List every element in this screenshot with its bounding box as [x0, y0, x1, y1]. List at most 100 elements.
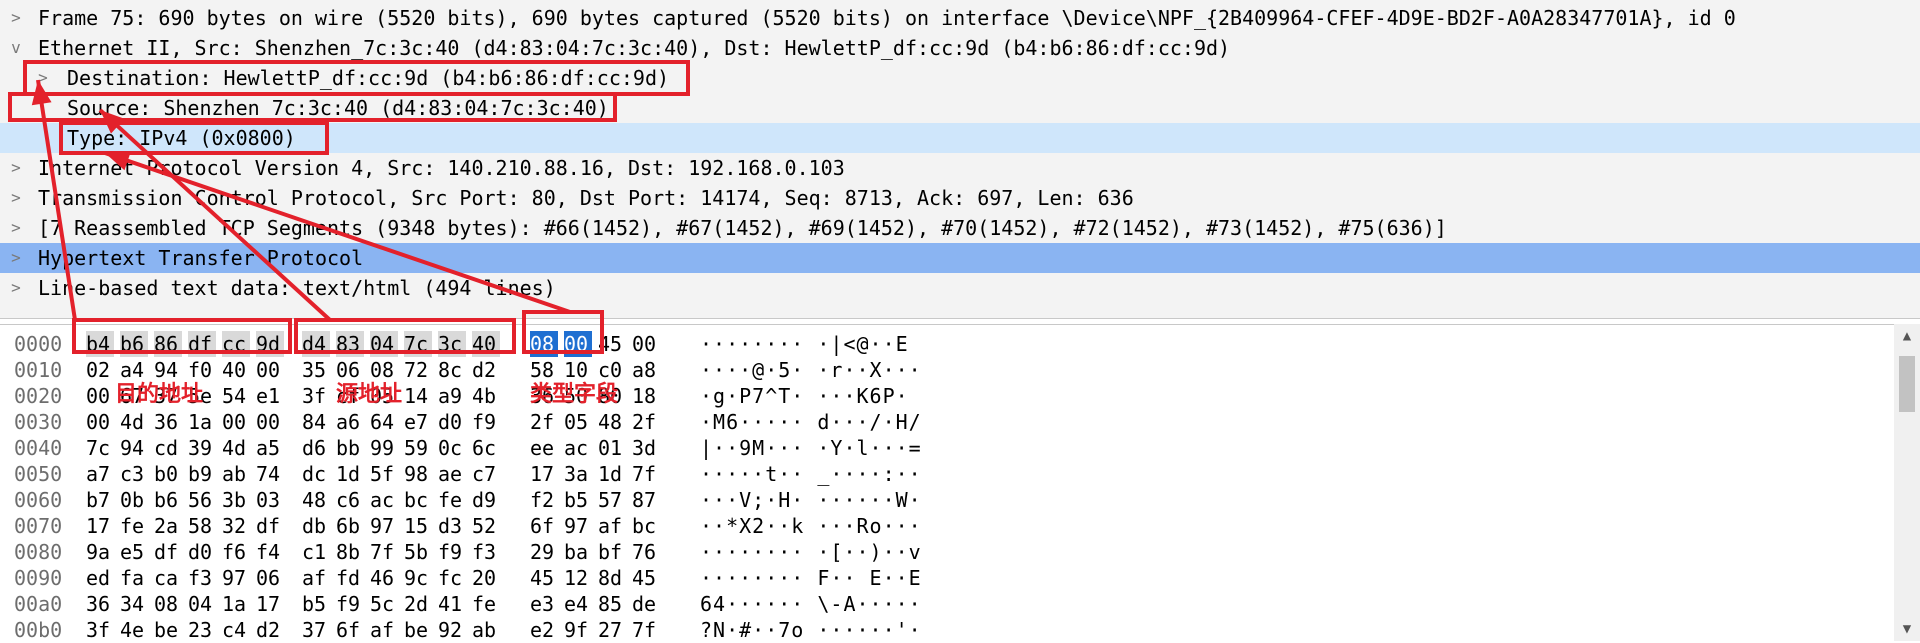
hex-byte[interactable]: f3 — [472, 539, 500, 565]
hex-byte[interactable]: e1 — [256, 383, 284, 409]
hex-row[interactable]: 00b0 3f 4e be 23 c4 d2 37 6f af be 92 ab e2 9f 27 7f ?N·#… — [0, 617, 1890, 643]
hex-byte[interactable]: fc — [438, 565, 466, 591]
hex-byte[interactable]: 83 — [336, 331, 364, 357]
hex-byte[interactable]: 4b — [472, 383, 500, 409]
hex-ascii[interactable]: |··9M··· ·Y·l···= — [700, 435, 922, 461]
hex-row[interactable]: 0060 b7 0b b6 56 3b 03 48 c6 ac bc fe d9 f2 b5 57 87 ···V… — [0, 487, 1890, 513]
hex-byte[interactable]: 9a — [86, 539, 114, 565]
tree-row-7[interactable]: > [7 Reassembled TCP Segments (9348 bytes… — [0, 213, 1920, 243]
scroll-down-icon[interactable]: ▼ — [1894, 617, 1920, 641]
hex-byte[interactable]: 41 — [438, 591, 466, 617]
tree-row-3[interactable]: Source: Shenzhen_7c:3c:40 (d4:83:04:7c:3… — [0, 93, 1920, 123]
hex-row[interactable]: 0010 02 a4 94 f0 40 00 35 06 08 72 8c d2 58 10 c0 a8 ····… — [0, 357, 1890, 383]
hex-byte[interactable]: 9f — [564, 617, 592, 643]
hex-byte[interactable]: 46 — [370, 565, 398, 591]
hex-byte[interactable]: 4d — [120, 409, 148, 435]
expand-arrow-icon[interactable]: > — [6, 153, 26, 183]
hex-byte[interactable]: 7c — [404, 331, 432, 357]
hex-byte[interactable]: a9 — [438, 383, 466, 409]
hex-byte[interactable]: 14 — [404, 383, 432, 409]
hex-byte[interactable]: d2 — [256, 617, 284, 643]
hex-byte[interactable]: c3 — [120, 461, 148, 487]
hex-byte[interactable]: c1 — [302, 539, 330, 565]
hex-byte[interactable]: 48 — [598, 409, 626, 435]
hex-byte[interactable]: 12 — [564, 565, 592, 591]
hex-byte[interactable]: ab — [222, 461, 250, 487]
hex-ascii[interactable]: ·g·P7^T· ···K6P· — [700, 383, 909, 409]
hex-byte[interactable]: 8c — [438, 357, 466, 383]
hex-byte[interactable]: 9c — [404, 565, 432, 591]
hex-byte[interactable]: 52 — [472, 513, 500, 539]
tree-row-6[interactable]: > Transmission Control Protocol, Src Port… — [0, 183, 1920, 213]
hex-byte[interactable]: cc — [222, 331, 250, 357]
hex-byte[interactable]: 3d — [632, 435, 660, 461]
hex-byte[interactable]: 1a — [222, 591, 250, 617]
hex-byte[interactable]: f9 — [438, 539, 466, 565]
tree-row-5[interactable]: > Internet Protocol Version 4, Src: 140.2… — [0, 153, 1920, 183]
hex-row[interactable]: 0000 b4 b6 86 df cc 9d d4 83 04 7c 3c 40 08 00 45 00 ····… — [0, 331, 1890, 357]
hex-byte[interactable]: 18 — [632, 383, 660, 409]
hex-byte[interactable]: 03 — [256, 487, 284, 513]
expand-arrow-icon[interactable]: > — [33, 63, 53, 93]
hex-byte[interactable]: c4 — [222, 617, 250, 643]
vertical-scrollbar[interactable]: ▲ ▼ — [1894, 324, 1920, 641]
hex-byte[interactable]: d0 — [438, 409, 466, 435]
hex-byte[interactable]: f9 — [472, 409, 500, 435]
tree-row-4[interactable]: Type: IPv4 (0x0800) — [0, 123, 1920, 153]
scroll-thumb[interactable] — [1899, 356, 1915, 412]
hex-byte[interactable]: be — [404, 617, 432, 643]
hex-byte[interactable]: 00 — [256, 409, 284, 435]
hex-byte[interactable]: 01 — [598, 435, 626, 461]
hex-row[interactable]: 0040 7c 94 cd 39 4d a5 d6 bb 99 59 0c 6c ee ac 01 3d |··9… — [0, 435, 1890, 461]
hex-byte[interactable]: 36 — [154, 409, 182, 435]
hex-byte[interactable]: 35 — [302, 357, 330, 383]
hex-ascii[interactable]: ········ ·|<@··E — [700, 331, 909, 357]
hex-byte[interactable]: b5 — [564, 487, 592, 513]
hex-ascii[interactable]: ·M6····· d···/·H/ — [700, 409, 922, 435]
hex-byte[interactable]: 6f — [530, 513, 558, 539]
hex-byte[interactable]: f9 — [336, 591, 364, 617]
hex-byte[interactable]: dc — [302, 461, 330, 487]
hex-byte[interactable]: 00 — [86, 383, 114, 409]
hex-byte[interactable]: df — [188, 331, 216, 357]
hex-byte[interactable]: 00 — [632, 331, 660, 357]
hex-byte[interactable]: 85 — [598, 591, 626, 617]
hex-byte[interactable]: 76 — [632, 539, 660, 565]
hex-byte[interactable]: 37 — [302, 617, 330, 643]
tree-row-2[interactable]: > Destination: HewlettP_df:cc:9d (b4:b6:8… — [0, 63, 1920, 93]
hex-byte[interactable]: 7c — [86, 435, 114, 461]
hex-ascii[interactable]: ····@·5· ·r··X··· — [700, 357, 922, 383]
hex-byte[interactable]: 84 — [302, 409, 330, 435]
hex-byte[interactable]: cd — [154, 435, 182, 461]
hex-byte[interactable]: a5 — [256, 435, 284, 461]
hex-byte[interactable]: 97 — [370, 513, 398, 539]
hex-byte[interactable]: d9 — [472, 487, 500, 513]
hex-byte[interactable]: b0 — [154, 461, 182, 487]
hex-byte[interactable]: 72 — [404, 357, 432, 383]
hex-byte[interactable]: 15 — [404, 513, 432, 539]
hex-byte[interactable]: 92 — [438, 617, 466, 643]
hex-ascii[interactable]: 64······ \-A····· — [700, 591, 922, 617]
hex-byte[interactable]: 6b — [336, 513, 364, 539]
hex-byte[interactable]: f2 — [530, 487, 558, 513]
hex-byte[interactable]: 23 — [188, 617, 216, 643]
hex-byte[interactable]: 86 — [154, 331, 182, 357]
hex-byte[interactable]: 20 — [472, 565, 500, 591]
hex-byte[interactable]: 1d — [336, 461, 364, 487]
hex-byte[interactable]: b6 — [154, 487, 182, 513]
hex-byte[interactable]: 94 — [120, 435, 148, 461]
hex-byte[interactable]: 4d — [222, 435, 250, 461]
hex-row[interactable]: 0030 00 4d 36 1a 00 00 84 a6 64 e7 d0 f9 2f 05 48 2f ·M6·… — [0, 409, 1890, 435]
hex-byte[interactable]: 6f — [336, 617, 364, 643]
hex-byte[interactable]: e4 — [564, 591, 592, 617]
hex-byte[interactable]: 3f — [302, 383, 330, 409]
expand-arrow-icon[interactable]: > — [6, 3, 26, 33]
hex-byte[interactable]: af — [370, 617, 398, 643]
hex-byte[interactable]: c7 — [472, 461, 500, 487]
hex-byte[interactable]: af — [302, 565, 330, 591]
tree-row-0[interactable]: > Frame 75: 690 bytes on wire (5520 bits)… — [0, 3, 1920, 33]
hex-byte[interactable]: f6 — [222, 539, 250, 565]
hex-ascii[interactable]: ··*X2··k ···Ro··· — [700, 513, 922, 539]
hex-byte[interactable]: d6 — [302, 435, 330, 461]
hex-byte[interactable]: 74 — [256, 461, 284, 487]
